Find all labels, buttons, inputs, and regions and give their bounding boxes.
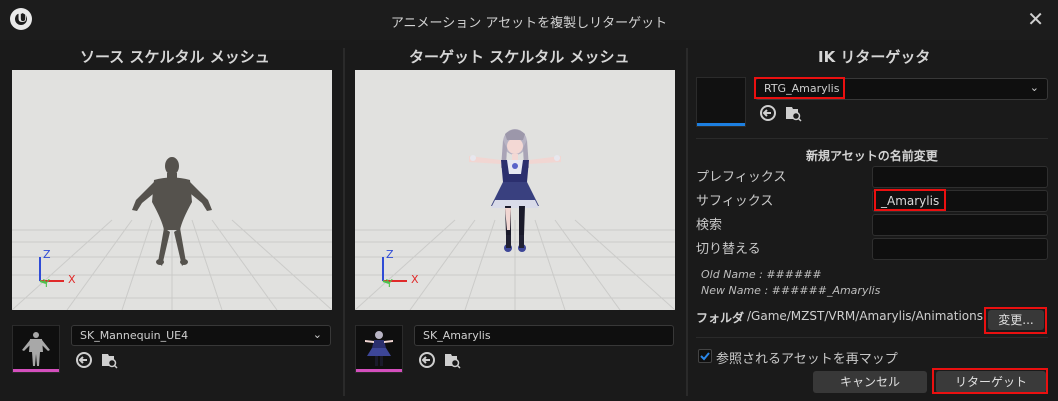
axis-y-label: Y — [43, 277, 50, 290]
folder-path: /Game/MZST/VRM/Amarylis/Animations — [747, 309, 983, 323]
ik-retargeter-thumbnail[interactable] — [696, 77, 746, 127]
axis-x-label: X — [411, 273, 419, 286]
highlight-change-folder — [984, 307, 1047, 334]
new-name-preview: New Name : ######_Amarylis — [701, 284, 881, 297]
target-mesh-combo[interactable]: SK_Amarylis — [414, 325, 674, 346]
checkmark-icon — [700, 352, 710, 361]
old-name-preview: Old Name : ###### — [701, 268, 822, 281]
target-viewport[interactable]: Z X Y — [355, 70, 675, 310]
column-divider-2 — [686, 48, 688, 396]
rename-heading: 新規アセットの名前変更 — [806, 149, 938, 163]
highlight-retarget — [932, 368, 1048, 394]
source-mesh-thumbnail[interactable] — [12, 325, 60, 373]
cancel-button[interactable]: キャンセル — [813, 371, 927, 393]
use-selected-asset-icon[interactable] — [418, 351, 436, 369]
suffix-label: サフィックス — [696, 194, 774, 209]
target-mesh-thumbnail[interactable] — [355, 325, 403, 373]
browse-asset-icon[interactable] — [443, 351, 461, 369]
target-heading: ターゲット スケルタル メッシュ — [409, 48, 630, 66]
chevron-down-icon: ⌄ — [312, 328, 322, 341]
target-thumb-color-bar — [356, 369, 402, 372]
source-heading: ソース スケルタル メッシュ — [80, 48, 270, 66]
target-mesh-preview-icon — [365, 331, 393, 366]
use-selected-asset-icon[interactable] — [759, 104, 777, 122]
ik-heading: IK リターゲッタ — [818, 48, 931, 66]
close-icon[interactable]: ✕ — [1027, 7, 1044, 31]
axis-y-label: Y — [386, 277, 393, 290]
source-mesh-name: SK_Mannequin_UE4 — [80, 329, 189, 342]
source-thumb-color-bar — [13, 369, 59, 372]
source-viewport[interactable]: Z X Y — [12, 70, 332, 310]
use-selected-asset-icon[interactable] — [75, 351, 93, 369]
highlight-retargeter — [754, 77, 845, 99]
search-label: 検索 — [696, 218, 723, 233]
replace-label: 切り替える — [696, 242, 761, 257]
column-divider-1 — [343, 48, 345, 396]
search-input[interactable] — [872, 214, 1048, 236]
retarget-dialog: U アニメーション アセットを複製しリターゲット ✕ ソース スケルタル メッシ… — [0, 0, 1058, 401]
source-mesh-preview-icon — [22, 332, 50, 366]
folder-label: フォルダ — [696, 311, 745, 325]
replace-input[interactable] — [872, 238, 1048, 260]
ik-thumb-color-bar — [697, 123, 745, 126]
remap-label: 参照されるアセットを再マップ — [716, 352, 898, 367]
window-title: アニメーション アセットを複製しリターゲット — [390, 16, 668, 31]
target-mesh-name: SK_Amarylis — [423, 329, 491, 342]
title-bar: U アニメーション アセットを複製しリターゲット ✕ — [0, 0, 1058, 40]
browse-asset-icon[interactable] — [100, 351, 118, 369]
remap-checkbox[interactable] — [698, 349, 712, 363]
section-divider-ik — [696, 138, 1048, 139]
prefix-label: プレフィックス — [696, 170, 787, 185]
axis-z-label: Z — [43, 248, 51, 261]
highlight-suffix — [874, 189, 946, 211]
prefix-input[interactable] — [872, 166, 1048, 188]
axis-z-label: Z — [386, 248, 394, 261]
chevron-down-icon: ⌄ — [1029, 81, 1039, 94]
source-mesh-combo[interactable]: SK_Mannequin_UE4 ⌄ — [71, 325, 331, 346]
section-divider-folder — [696, 337, 1048, 338]
axis-x-label: X — [68, 273, 76, 286]
browse-asset-icon[interactable] — [784, 104, 802, 122]
